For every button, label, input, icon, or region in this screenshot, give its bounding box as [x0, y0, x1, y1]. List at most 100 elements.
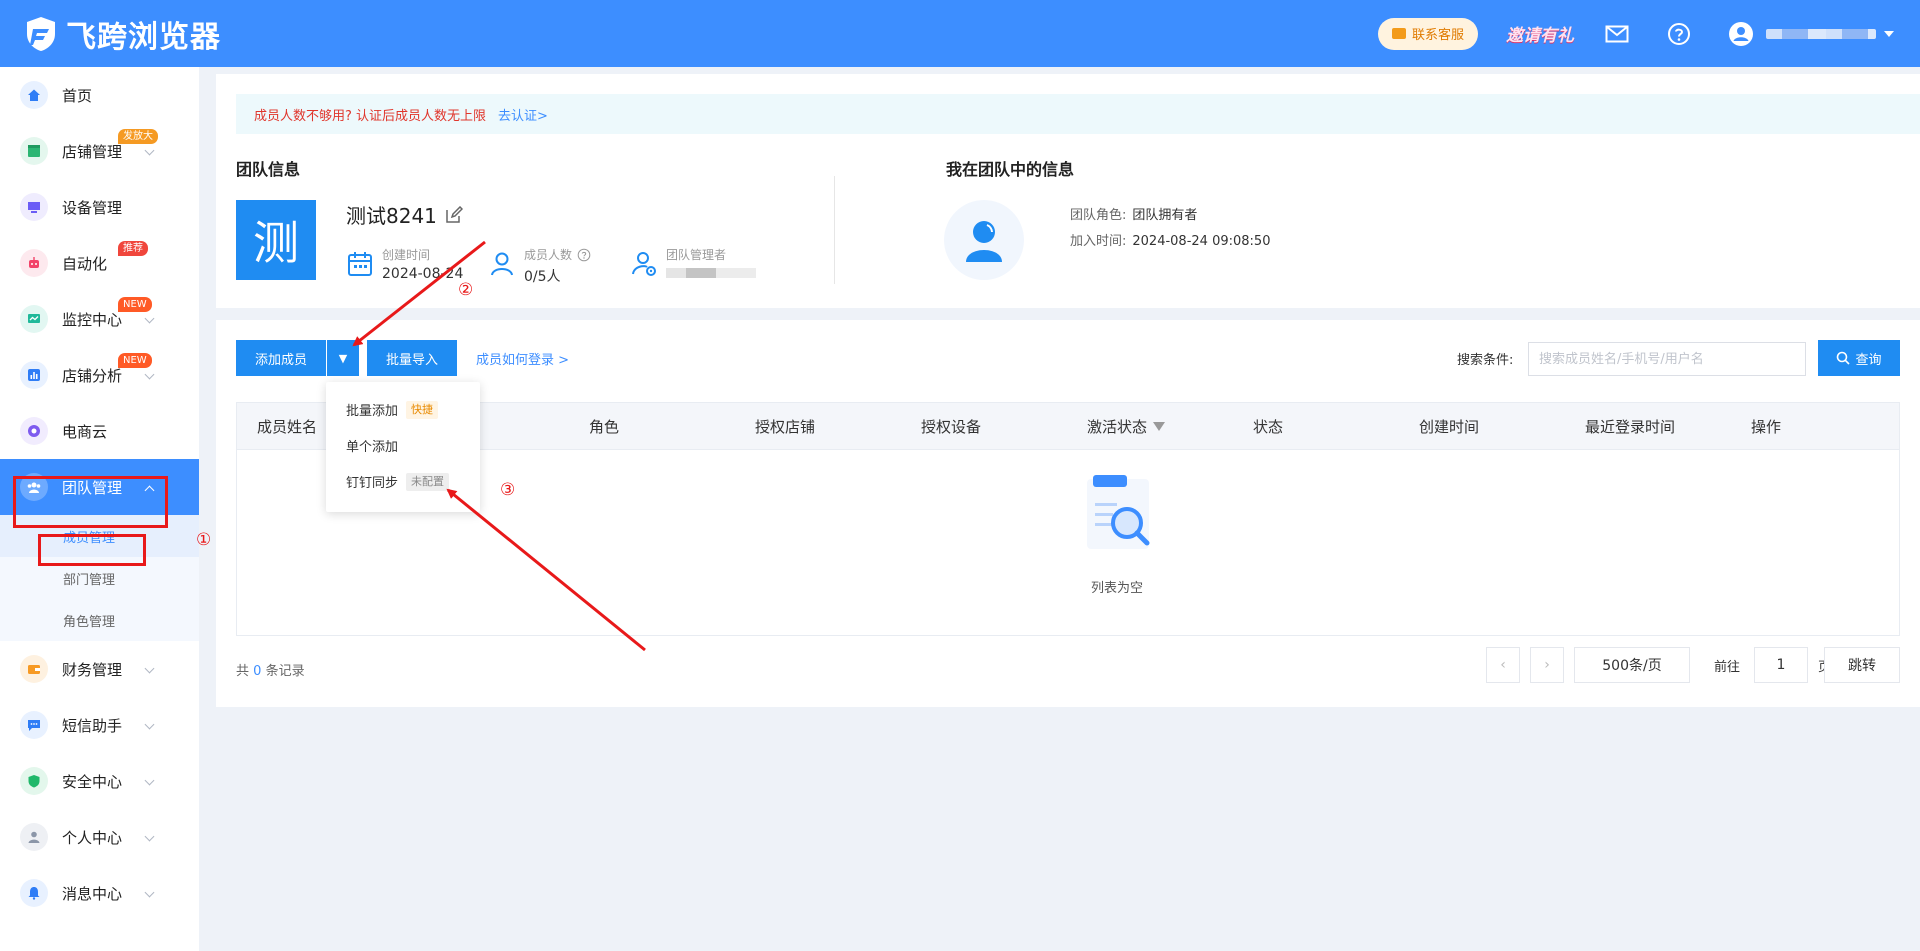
sidebar-item-label: 店铺分析 [62, 366, 123, 385]
notice-bar: 成员人数不够用? 认证后成员人数无上限 去认证> [236, 94, 1920, 134]
top-header: 飞跨浏览器 联系客服 邀请有礼 [0, 0, 1920, 67]
contact-service-button[interactable]: 联系客服 [1377, 17, 1478, 50]
sidebar-item-label: 店铺管理 [62, 142, 123, 161]
user-icon [1729, 21, 1753, 46]
column-header-created: 创建时间 [1419, 418, 1480, 436]
dropdown-item-bulk-add[interactable]: 批量添加 快捷 [346, 400, 439, 419]
sidebar-item-personal[interactable]: 个人中心 [0, 809, 199, 865]
store-icon [20, 137, 48, 165]
sidebar-item-security[interactable]: 安全中心 [0, 753, 199, 809]
team-info-title: 团队信息 [236, 160, 301, 179]
page-number-input[interactable]: 1 [1754, 647, 1808, 683]
dropdown-item-label: 批量添加 [346, 404, 399, 419]
member-table: 成员姓名 角色 授权店铺 授权设备 激活状态 状态 创建时间 最近登录时间 操作 [236, 402, 1900, 636]
add-member-dropdown-menu: 批量添加 快捷 单个添加 钉钉同步 未配置 [326, 382, 480, 512]
sidebar-item-label: 自动化 [62, 254, 108, 273]
sidebar-subitem-roles[interactable]: 角色管理 [0, 599, 199, 641]
analysis-icon [20, 361, 48, 389]
total-records: 共 0 条记录 [236, 660, 305, 679]
member-count-label: 成员人数 [524, 248, 573, 262]
mail-icon[interactable] [1604, 21, 1630, 47]
team-admin-value-masked [666, 266, 756, 282]
column-header-activation-label: 激活状态 [1087, 418, 1148, 436]
query-label: 查询 [1855, 352, 1882, 368]
total-suffix: 条记录 [265, 664, 305, 679]
sidebar-item-label: 安全中心 [62, 772, 123, 791]
team-avatar: 测 [236, 200, 316, 280]
sidebar-item-device[interactable]: 设备管理 [0, 179, 199, 235]
add-member-dropdown-toggle[interactable]: ▼ [327, 340, 359, 376]
search-input[interactable] [1528, 342, 1806, 376]
not-configured-tag: 未配置 [406, 472, 450, 491]
member-icon [491, 252, 513, 276]
annotation-number-2: ② [458, 280, 474, 300]
add-member-button[interactable]: 添加成员 [236, 340, 326, 376]
monitor-icon [20, 305, 48, 333]
chevron-down-icon [144, 313, 155, 324]
sidebar-item-label: 个人中心 [62, 828, 123, 847]
empty-list-icon [1087, 475, 1150, 549]
app-logo[interactable]: 飞跨浏览器 [24, 12, 221, 56]
search-label: 搜索条件: [1457, 352, 1514, 368]
annotation-number-3: ③ [500, 480, 516, 500]
member-list-card: 添加成员 ▼ 批量导入 成员如何登录 > 搜索条件: 查询 成员姓名 角色 授权… [216, 320, 1920, 707]
notice-text: 成员人数不够用? 认证后成员人数无上限 [254, 108, 487, 124]
verify-link[interactable]: 去认证> [498, 105, 548, 124]
created-time-label: 创建时间 [382, 248, 431, 262]
column-header-status: 状态 [1253, 418, 1284, 436]
goto-label: 前往 [1714, 659, 1741, 675]
quick-tag: 快捷 [406, 400, 439, 419]
sidebar-item-messages[interactable]: 消息中心 [0, 865, 199, 921]
sidebar-item-finance[interactable]: 财务管理 [0, 641, 199, 697]
sidebar-item-label: 短信助手 [62, 716, 123, 735]
sidebar-item-sms[interactable]: 短信助手 [0, 697, 199, 753]
team-name: 测试8241 [346, 200, 463, 229]
dropdown-item-single-add[interactable]: 单个添加 [346, 436, 398, 455]
column-header-name: 成员姓名 [257, 418, 318, 436]
annotation-number-1: ① [196, 530, 212, 550]
query-button[interactable]: 查询 [1818, 340, 1900, 376]
sidebar-item-label: 首页 [62, 86, 93, 105]
sidebar-item-label: 财务管理 [62, 660, 123, 679]
cloud-icon [20, 417, 48, 445]
bulk-import-button[interactable]: 批量导入 [367, 340, 457, 376]
column-header-role: 角色 [589, 418, 620, 436]
dropdown-item-label: 单个添加 [346, 440, 399, 455]
help-icon[interactable] [577, 248, 591, 262]
sidebar-item-automation[interactable]: 自动化 推荐 [0, 235, 199, 291]
sidebar-item-label: 电商云 [62, 422, 108, 441]
invite-reward-link[interactable]: 邀请有礼 [1506, 21, 1574, 46]
annotation-box-team [13, 476, 168, 528]
chevron-down-icon [144, 145, 155, 156]
prev-page-button[interactable]: ‹ [1486, 647, 1520, 683]
chevron-down-icon [1884, 30, 1894, 37]
team-admin-label: 团队管理者 [666, 248, 727, 262]
empty-text: 列表为空 [1090, 581, 1143, 596]
annotation-box-members [38, 534, 146, 566]
member-count-value: 0/5人 [524, 269, 561, 285]
my-info-title: 我在团队中的信息 [946, 160, 1075, 179]
filter-icon[interactable] [1153, 422, 1166, 431]
chevron-down-icon [144, 369, 155, 380]
team-name-text: 测试8241 [346, 204, 437, 228]
my-join-value: 2024-08-24 09:08:50 [1132, 234, 1271, 249]
page-size-select[interactable]: 500条/页 [1574, 647, 1690, 683]
sidebar-item-store[interactable]: 店铺管理 发放大 [0, 123, 199, 179]
new-badge: NEW [118, 297, 152, 312]
team-info-card: 成员人数不够用? 认证后成员人数无上限 去认证> 团队信息 测 测试8241 创… [216, 74, 1920, 308]
column-header-activation[interactable]: 激活状态 [1087, 403, 1166, 450]
chevron-down-icon [144, 719, 155, 730]
edit-icon[interactable] [445, 205, 463, 224]
created-time-value: 2024-08-24 [382, 266, 464, 282]
next-page-button[interactable]: › [1530, 647, 1564, 683]
jump-button[interactable]: 跳转 [1824, 647, 1900, 683]
sidebar-item-home[interactable]: 首页 [0, 67, 199, 123]
dropdown-item-dingtalk-sync[interactable]: 钉钉同步 未配置 [346, 472, 450, 491]
sidebar-item-analysis[interactable]: 店铺分析 NEW [0, 347, 199, 403]
calendar-icon [348, 252, 372, 276]
user-menu[interactable] [1728, 21, 1894, 47]
help-icon[interactable] [1666, 21, 1692, 47]
sidebar-item-monitor[interactable]: 监控中心 NEW [0, 291, 199, 347]
member-login-help-link[interactable]: 成员如何登录 > [476, 340, 569, 376]
sidebar-item-ecommerce-cloud[interactable]: 电商云 [0, 403, 199, 459]
